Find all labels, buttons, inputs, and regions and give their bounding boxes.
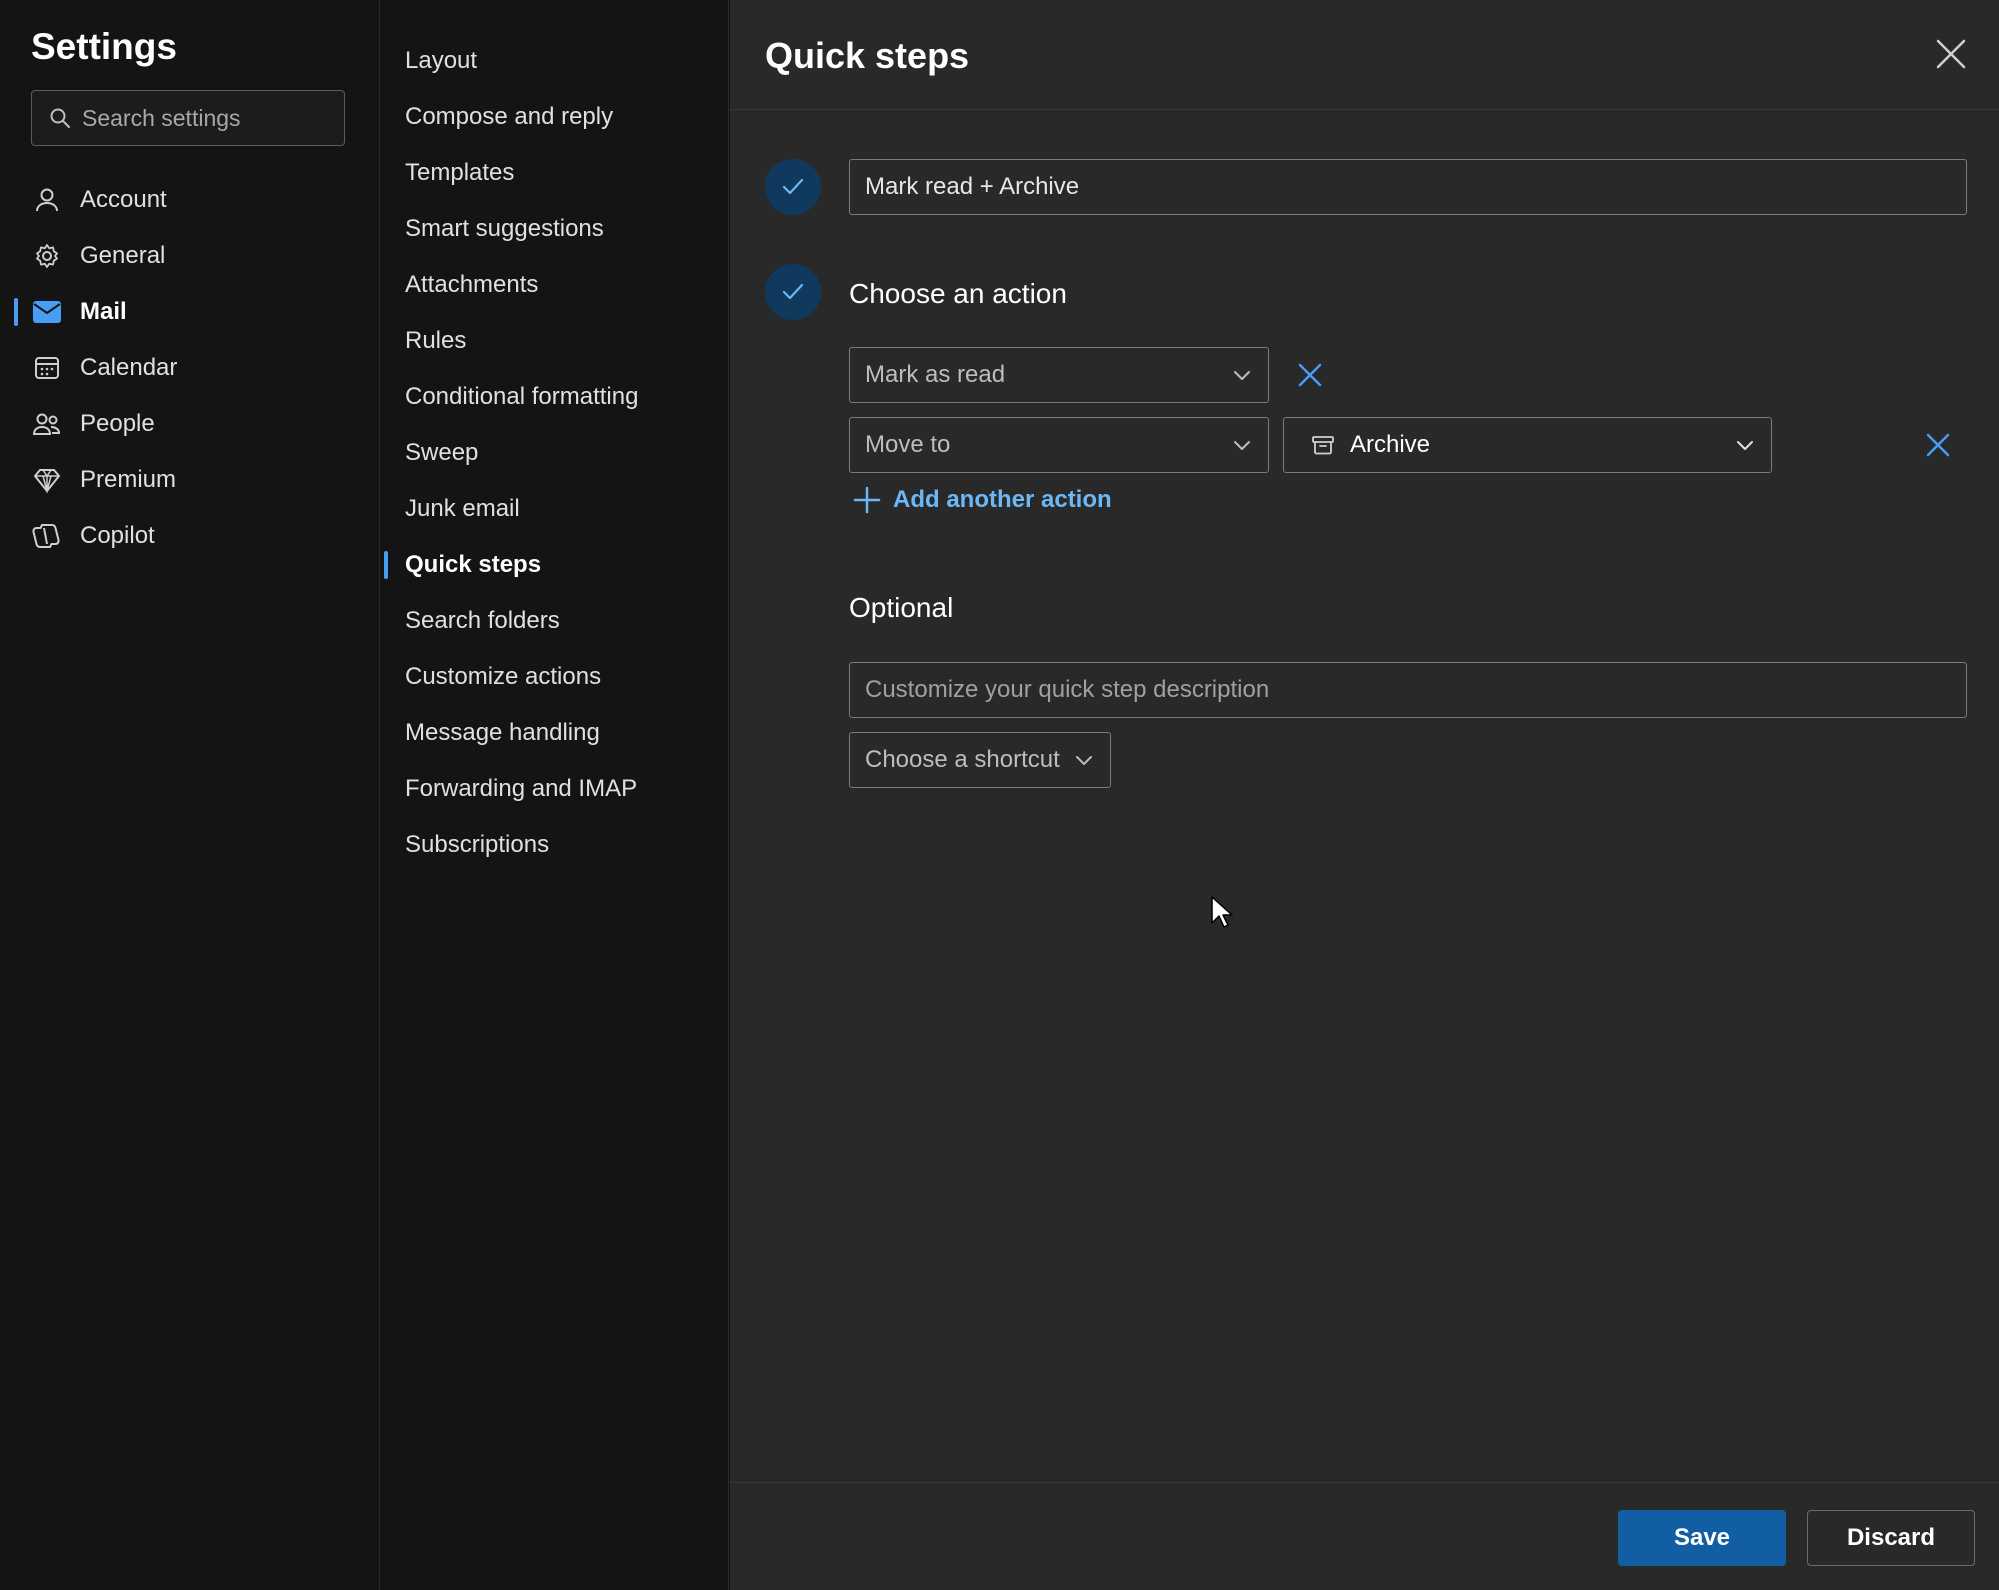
people-icon bbox=[32, 409, 62, 439]
subnav-conditional-formatting[interactable]: Conditional formatting bbox=[381, 369, 729, 425]
subnav-attachments[interactable]: Attachments bbox=[381, 257, 729, 313]
nav-item-label: Account bbox=[80, 186, 167, 213]
step-complete-check bbox=[765, 264, 821, 320]
move-to-folder-dropdown[interactable]: Archive bbox=[1283, 417, 1772, 473]
gear-icon bbox=[32, 241, 62, 271]
nav-item-copilot[interactable]: Copilot bbox=[0, 508, 380, 564]
panel-title: Quick steps bbox=[765, 35, 970, 76]
optional-heading: Optional bbox=[849, 592, 954, 623]
chevron-down-icon bbox=[1234, 441, 1250, 450]
nav-item-label: People bbox=[80, 410, 155, 437]
mouse-cursor-icon bbox=[1211, 896, 1233, 928]
nav-item-label: Calendar bbox=[80, 354, 178, 381]
copilot-icon bbox=[32, 521, 62, 551]
nav-item-account[interactable]: Account bbox=[0, 172, 380, 228]
chevron-down-icon bbox=[1737, 441, 1753, 450]
chevron-down-icon bbox=[1076, 756, 1092, 765]
subnav-forwarding-and-imap[interactable]: Forwarding and IMAP bbox=[381, 761, 729, 817]
checkmark-icon bbox=[782, 178, 804, 195]
subnav-subscriptions[interactable]: Subscriptions bbox=[381, 817, 729, 873]
nav-item-people[interactable]: People bbox=[0, 396, 380, 452]
shortcut-dropdown[interactable]: Choose a shortcut bbox=[849, 732, 1111, 788]
nav-item-label: Premium bbox=[80, 466, 177, 493]
subnav-smart-suggestions[interactable]: Smart suggestions bbox=[381, 201, 729, 257]
settings-category-list: Account General Mail Calendar People Pre… bbox=[0, 172, 380, 564]
move-to-folder-value: Archive bbox=[1350, 431, 1431, 458]
panel-footer: Save Discard bbox=[730, 1482, 1999, 1590]
search-settings-box[interactable] bbox=[31, 90, 345, 146]
nav-item-calendar[interactable]: Calendar bbox=[0, 340, 380, 396]
calendar-icon bbox=[32, 353, 62, 383]
add-another-action-label: Add another action bbox=[893, 486, 1112, 513]
quick-step-name-input[interactable] bbox=[850, 160, 1966, 214]
mail-settings-subnav: Layout Compose and reply Templates Smart… bbox=[381, 0, 729, 1590]
subnav-templates[interactable]: Templates bbox=[381, 145, 729, 201]
subnav-compose-and-reply[interactable]: Compose and reply bbox=[381, 89, 729, 145]
shortcut-placeholder: Choose a shortcut bbox=[865, 746, 1060, 773]
quick-steps-panel: Quick steps Choose an action Mark as rea… bbox=[730, 0, 1999, 1590]
mail-icon bbox=[32, 297, 62, 327]
nav-item-label: Mail bbox=[80, 298, 127, 325]
plus-icon bbox=[853, 486, 881, 514]
nav-item-label: General bbox=[80, 242, 166, 269]
diamond-icon bbox=[32, 465, 62, 495]
remove-action-1-icon[interactable] bbox=[1296, 361, 1324, 389]
nav-item-mail[interactable]: Mail bbox=[0, 284, 380, 340]
subnav-rules[interactable]: Rules bbox=[381, 313, 729, 369]
action-2-dropdown[interactable]: Move to bbox=[849, 417, 1269, 473]
subnav-search-folders[interactable]: Search folders bbox=[381, 593, 729, 649]
person-icon bbox=[32, 185, 62, 215]
description-input[interactable] bbox=[850, 663, 1966, 717]
subnav-layout[interactable]: Layout bbox=[381, 33, 729, 89]
subnav-quick-steps[interactable]: Quick steps bbox=[381, 537, 729, 593]
subnav-sweep[interactable]: Sweep bbox=[381, 425, 729, 481]
add-another-action-button[interactable]: Add another action bbox=[853, 486, 1112, 514]
subnav-message-handling[interactable]: Message handling bbox=[381, 705, 729, 761]
settings-nav-pane: Settings Account General Mail bbox=[0, 0, 380, 1590]
discard-button[interactable]: Discard bbox=[1807, 1510, 1975, 1566]
mail-subcategory-list: Layout Compose and reply Templates Smart… bbox=[381, 33, 729, 873]
save-button[interactable]: Save bbox=[1618, 1510, 1786, 1566]
chevron-down-icon bbox=[1234, 371, 1250, 380]
panel-header: Quick steps bbox=[730, 0, 1999, 110]
remove-action-2-icon[interactable] bbox=[1924, 431, 1952, 459]
action-1-value: Mark as read bbox=[865, 361, 1006, 388]
nav-item-label: Copilot bbox=[80, 522, 155, 549]
subnav-customize-actions[interactable]: Customize actions bbox=[381, 649, 729, 705]
checkmark-icon bbox=[782, 283, 804, 300]
nav-item-premium[interactable]: Premium bbox=[0, 452, 380, 508]
nav-item-general[interactable]: General bbox=[0, 228, 380, 284]
search-icon bbox=[50, 108, 70, 128]
search-settings-input[interactable] bbox=[82, 104, 322, 132]
archive-icon bbox=[1312, 436, 1334, 455]
description-field[interactable] bbox=[849, 662, 1967, 718]
subnav-junk-email[interactable]: Junk email bbox=[381, 481, 729, 537]
choose-action-heading: Choose an action bbox=[849, 278, 1067, 309]
step-complete-check bbox=[765, 159, 821, 215]
action-1-dropdown[interactable]: Mark as read bbox=[849, 347, 1269, 403]
action-2-value: Move to bbox=[865, 431, 951, 458]
close-icon[interactable] bbox=[1933, 36, 1969, 72]
settings-title: Settings bbox=[31, 26, 177, 67]
quick-step-name-field[interactable] bbox=[849, 159, 1967, 215]
